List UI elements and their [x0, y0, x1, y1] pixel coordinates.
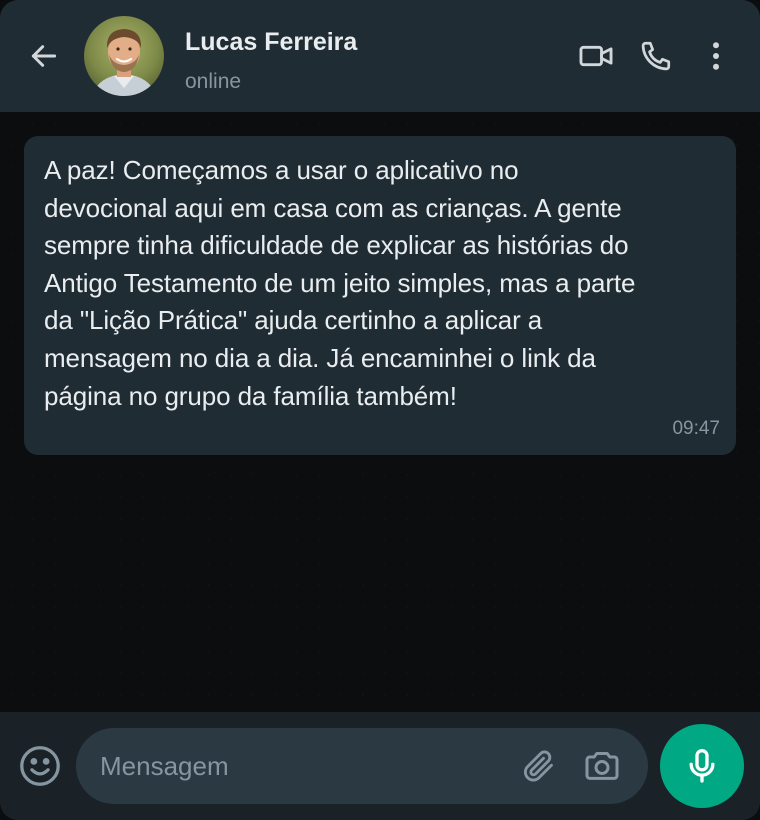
back-button[interactable]	[26, 38, 62, 74]
message-input[interactable]	[100, 728, 500, 804]
video-call-button[interactable]	[576, 36, 616, 76]
voice-message-button[interactable]	[660, 724, 744, 808]
emoji-button[interactable]	[16, 742, 64, 790]
message-input-container	[76, 728, 648, 804]
avatar[interactable]	[84, 16, 164, 96]
message-text: A paz! Começamos a usar o aplicativo no …	[44, 155, 636, 411]
camera-icon	[585, 752, 619, 780]
arrow-left-icon	[31, 45, 57, 67]
paperclip-icon	[523, 750, 553, 782]
video-camera-icon	[579, 45, 613, 67]
message-list[interactable]: A paz! Começamos a usar o aplicativo no …	[0, 112, 760, 712]
contact-photo	[84, 16, 164, 96]
camera-button[interactable]	[582, 746, 622, 786]
voice-call-button[interactable]	[636, 36, 676, 76]
chat-screen: Lucas Ferreira online A paz! Começamos a	[0, 0, 760, 820]
more-vertical-icon	[713, 42, 719, 70]
chat-header: Lucas Ferreira online	[0, 0, 760, 112]
message-bubble-incoming[interactable]: A paz! Começamos a usar o aplicativo no …	[24, 136, 736, 456]
contact-info[interactable]: Lucas Ferreira online	[185, 26, 357, 96]
menu-button[interactable]	[696, 36, 736, 76]
phone-icon	[641, 41, 671, 71]
contact-status: online	[185, 70, 242, 93]
emoji-icon	[20, 746, 60, 786]
contact-name: Lucas Ferreira	[185, 28, 358, 56]
message-time: 09:47	[672, 418, 720, 440]
attach-button[interactable]	[518, 746, 558, 786]
microphone-icon	[689, 748, 715, 783]
